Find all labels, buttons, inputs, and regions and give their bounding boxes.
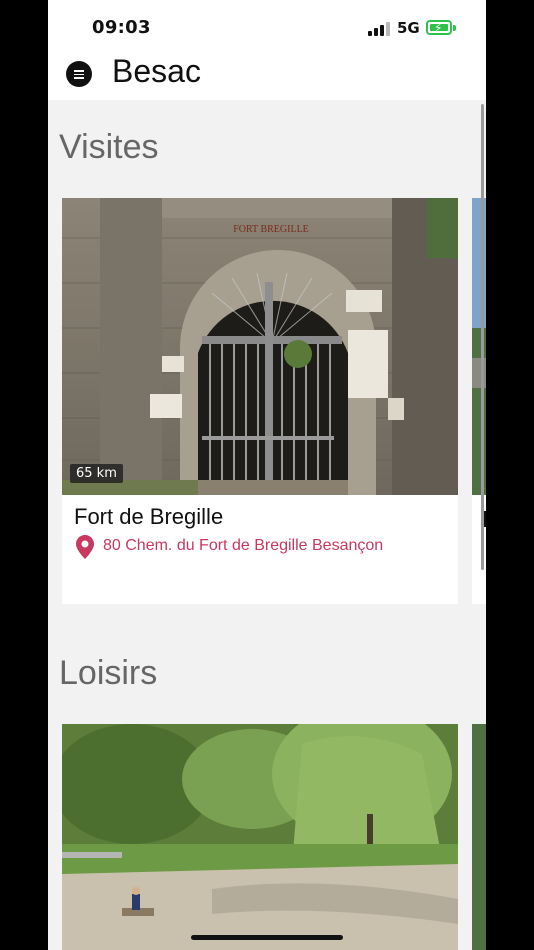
menu-icon[interactable] — [66, 61, 92, 87]
place-name: Fort de Bregille — [74, 504, 224, 529]
cellular-signal-icon — [368, 22, 392, 36]
place-card-fort-de-bregille[interactable]: FORT BREGILLE 65 km Fort de Bregille 80 … — [62, 198, 458, 604]
phone-screen: 09:03 5G ⚡ Besac Visites FORT BREGILLE 6… — [48, 0, 486, 950]
section-title-visites: Visites — [59, 128, 159, 166]
distance-badge: 65 km — [70, 464, 123, 483]
battery-tip — [453, 25, 456, 31]
place-photo-park — [62, 724, 458, 950]
app-title: Besac — [112, 53, 201, 89]
place-address: 80 Chem. du Fort de Bregille Besançon — [103, 537, 384, 554]
battery-charging-icon: ⚡ — [426, 20, 452, 35]
place-photo: FORT BREGILLE — [62, 198, 458, 495]
svg-text:FORT BREGILLE: FORT BREGILLE — [233, 224, 309, 235]
location-pin-icon — [76, 535, 94, 559]
status-time: 09:03 — [92, 17, 151, 38]
section-title-loisirs: Loisirs — [59, 654, 158, 692]
network-type: 5G — [397, 19, 420, 37]
scrollbar[interactable] — [481, 104, 484, 570]
next-card-peek-loisirs[interactable] — [472, 724, 486, 950]
status-bar: 09:03 5G ⚡ — [48, 0, 486, 56]
home-indicator[interactable] — [191, 935, 343, 940]
app-bar: Besac — [48, 53, 486, 100]
place-card-loisirs[interactable] — [62, 724, 458, 950]
